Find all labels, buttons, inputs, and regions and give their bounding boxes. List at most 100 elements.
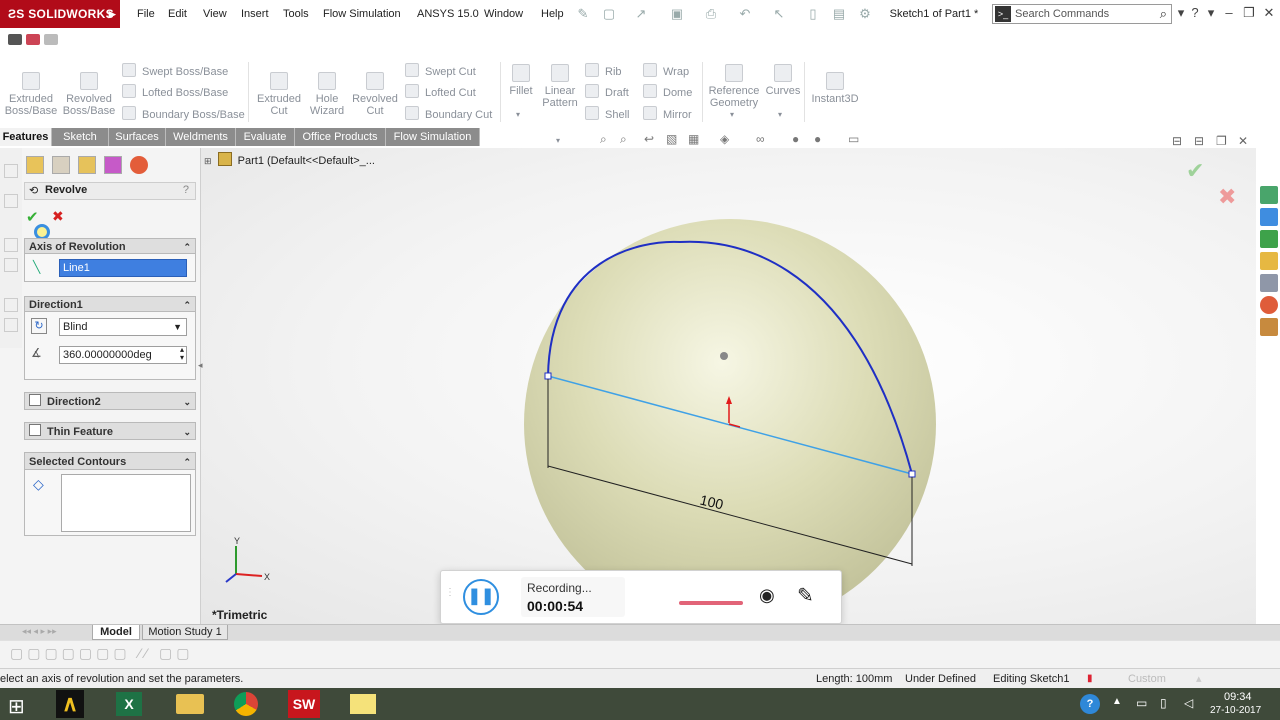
close-button[interactable]: ✕	[1260, 4, 1278, 22]
cancel-icon[interactable]: ✖	[52, 208, 64, 225]
hole-wizard-button[interactable]: Hole Wizard	[304, 72, 350, 117]
collapse-icon[interactable]: ⌃	[183, 297, 191, 313]
draft-button[interactable]: Draft	[585, 84, 629, 100]
boundary-boss-button[interactable]: Boundary Boss/Base	[122, 106, 245, 122]
pause-button[interactable]: ❚❚	[463, 579, 499, 615]
tab-evaluate[interactable]: Evaluate	[236, 128, 295, 146]
viewport-minimize-icon[interactable]: ⊟	[1172, 134, 1182, 148]
zoom-to-area-icon[interactable]: ⌕	[620, 132, 627, 147]
collapse-icon[interactable]: ⌃	[183, 239, 191, 255]
search-icon[interactable]: ⌕	[1160, 6, 1167, 22]
property-manager-tab-icon[interactable]	[52, 156, 70, 174]
tree-icon[interactable]	[4, 164, 18, 178]
windows-start-icon[interactable]: ⊞	[8, 694, 25, 719]
mirror-button[interactable]: Mirror	[643, 106, 692, 122]
lofted-cut-button[interactable]: Lofted Cut	[405, 84, 476, 100]
chrome-app-icon[interactable]	[234, 692, 258, 716]
solidworks-resources-icon[interactable]	[1260, 186, 1278, 204]
menu-tools[interactable]: Tools	[283, 0, 309, 28]
expand-icon[interactable]: ⌄	[183, 423, 191, 441]
spinner-icon[interactable]: ▴ ▾	[180, 346, 184, 362]
tab-motion-study[interactable]: Motion Study 1	[142, 625, 228, 640]
hide-show-icon[interactable]: ●	[792, 132, 799, 146]
tab-flow-simulation[interactable]: Flow Simulation	[386, 128, 480, 146]
fillet-button[interactable]: Fillet	[504, 64, 538, 97]
direction2-checkbox[interactable]	[29, 394, 41, 406]
rebuild-status-icon[interactable]: ▮	[1087, 669, 1093, 689]
file-explorer-icon[interactable]	[1260, 252, 1278, 270]
selected-contours-header[interactable]: Selected Contours ⌃	[24, 452, 196, 470]
options-icon-2[interactable]	[26, 34, 40, 45]
thin-feature-checkbox[interactable]	[29, 424, 41, 436]
pattern-dropdown-icon[interactable]: ▾	[556, 136, 560, 145]
tab-features[interactable]: Features	[0, 128, 52, 146]
curves-button[interactable]: Curves	[764, 64, 802, 97]
file-properties-icon[interactable]: ▤	[830, 5, 848, 23]
axis-selection-field[interactable]: Line1	[59, 259, 187, 277]
scene-icon[interactable]: ▭	[848, 132, 859, 146]
model-canvas[interactable]	[200, 148, 1256, 624]
collapse-icon[interactable]: ⌃	[183, 453, 191, 471]
custom-properties-icon[interactable]	[1260, 318, 1278, 336]
display-manager-icon[interactable]	[4, 298, 18, 312]
linear-pattern-button[interactable]: Linear Pattern	[540, 64, 580, 109]
home-icon[interactable]	[1260, 208, 1278, 226]
pm-collapse-handle[interactable]: ◂	[198, 360, 206, 388]
status-units-icon[interactable]: ▴	[1196, 669, 1202, 689]
axis-of-revolution-header[interactable]: Axis of Revolution ⌃	[24, 238, 196, 254]
revolve-type-select[interactable]: Blind ▼	[59, 318, 187, 336]
excel-app-icon[interactable]: X	[116, 692, 142, 716]
thin-feature-header[interactable]: Thin Feature ⌄	[24, 422, 196, 440]
expand-icon[interactable]: ⌄	[183, 393, 191, 411]
tab-sketch[interactable]: Sketch	[52, 128, 109, 146]
clock-time[interactable]: 09:34	[1224, 691, 1252, 703]
menu-edit[interactable]: Edit	[168, 0, 187, 28]
menu-view[interactable]: View	[203, 0, 227, 28]
annotate-pen-icon[interactable]: ✎	[797, 583, 814, 608]
volume-tray-icon[interactable]: ◁	[1184, 696, 1193, 710]
reference-geometry-button[interactable]: Reference Geometry	[706, 64, 762, 109]
swept-boss-button[interactable]: Swept Boss/Base	[122, 63, 228, 79]
dimxpert-tab-icon[interactable]	[104, 156, 122, 174]
save-icon[interactable]: ▣	[668, 5, 686, 23]
help-dropdown-icon[interactable]: ▾	[1202, 4, 1220, 22]
search-input[interactable]: Search Commands	[1015, 8, 1109, 20]
fillet-dropdown-icon[interactable]: ▾	[516, 110, 520, 119]
lofted-boss-button[interactable]: Lofted Boss/Base	[122, 84, 228, 100]
config-icon[interactable]	[4, 238, 18, 252]
revolved-boss-button[interactable]: Revolved Boss/Base	[62, 72, 116, 117]
viewport-restore-icon[interactable]: ❐	[1216, 134, 1227, 148]
display-style-icon[interactable]: ∞	[756, 132, 765, 146]
selected-contours-list[interactable]	[61, 474, 191, 532]
pin-icon[interactable]: ✎	[574, 5, 592, 23]
menu-file[interactable]: File	[137, 0, 155, 28]
wrap-button[interactable]: Wrap	[643, 63, 689, 79]
clock-date[interactable]: 27-10-2017	[1210, 705, 1261, 716]
ok-icon[interactable]: ✔	[26, 208, 39, 226]
sketch-endpoint[interactable]	[908, 470, 916, 478]
drag-handle-icon[interactable]: ⋮	[445, 587, 455, 598]
help-tray-icon[interactable]: ?	[1080, 694, 1100, 714]
sketch-endpoint[interactable]	[544, 372, 552, 380]
settings-icon[interactable]	[44, 34, 58, 45]
dome-button[interactable]: Dome	[643, 84, 692, 100]
tab-office-products[interactable]: Office Products	[295, 128, 386, 146]
revolved-cut-button[interactable]: Revolved Cut	[350, 72, 400, 117]
autocad-app-icon[interactable]: ∧	[56, 690, 84, 718]
undo-icon[interactable]: ↶	[736, 5, 754, 23]
appearances-icon[interactable]	[1260, 296, 1278, 314]
property-icon[interactable]	[4, 194, 18, 208]
open-document-icon[interactable]: ↗	[632, 5, 650, 23]
menu-flow-simulation[interactable]: Flow Simulation	[323, 0, 401, 28]
tab-model[interactable]: Model	[92, 625, 140, 640]
solidworks-app-icon[interactable]: SW	[288, 690, 320, 718]
menu-window[interactable]: Window	[484, 0, 523, 28]
camera-icon[interactable]	[8, 34, 22, 45]
reverse-direction-icon[interactable]: ↻	[31, 318, 47, 334]
previous-view-icon[interactable]: ↩	[644, 132, 654, 146]
cam-icon[interactable]	[4, 318, 18, 332]
view-orientation-icon[interactable]: ◈	[720, 132, 729, 146]
webcam-icon[interactable]: ◉	[759, 585, 775, 606]
appearance-icon[interactable]: ●	[814, 132, 821, 146]
solidworks-logo[interactable]: ƧS SOLIDWORKS ▶	[0, 0, 120, 28]
